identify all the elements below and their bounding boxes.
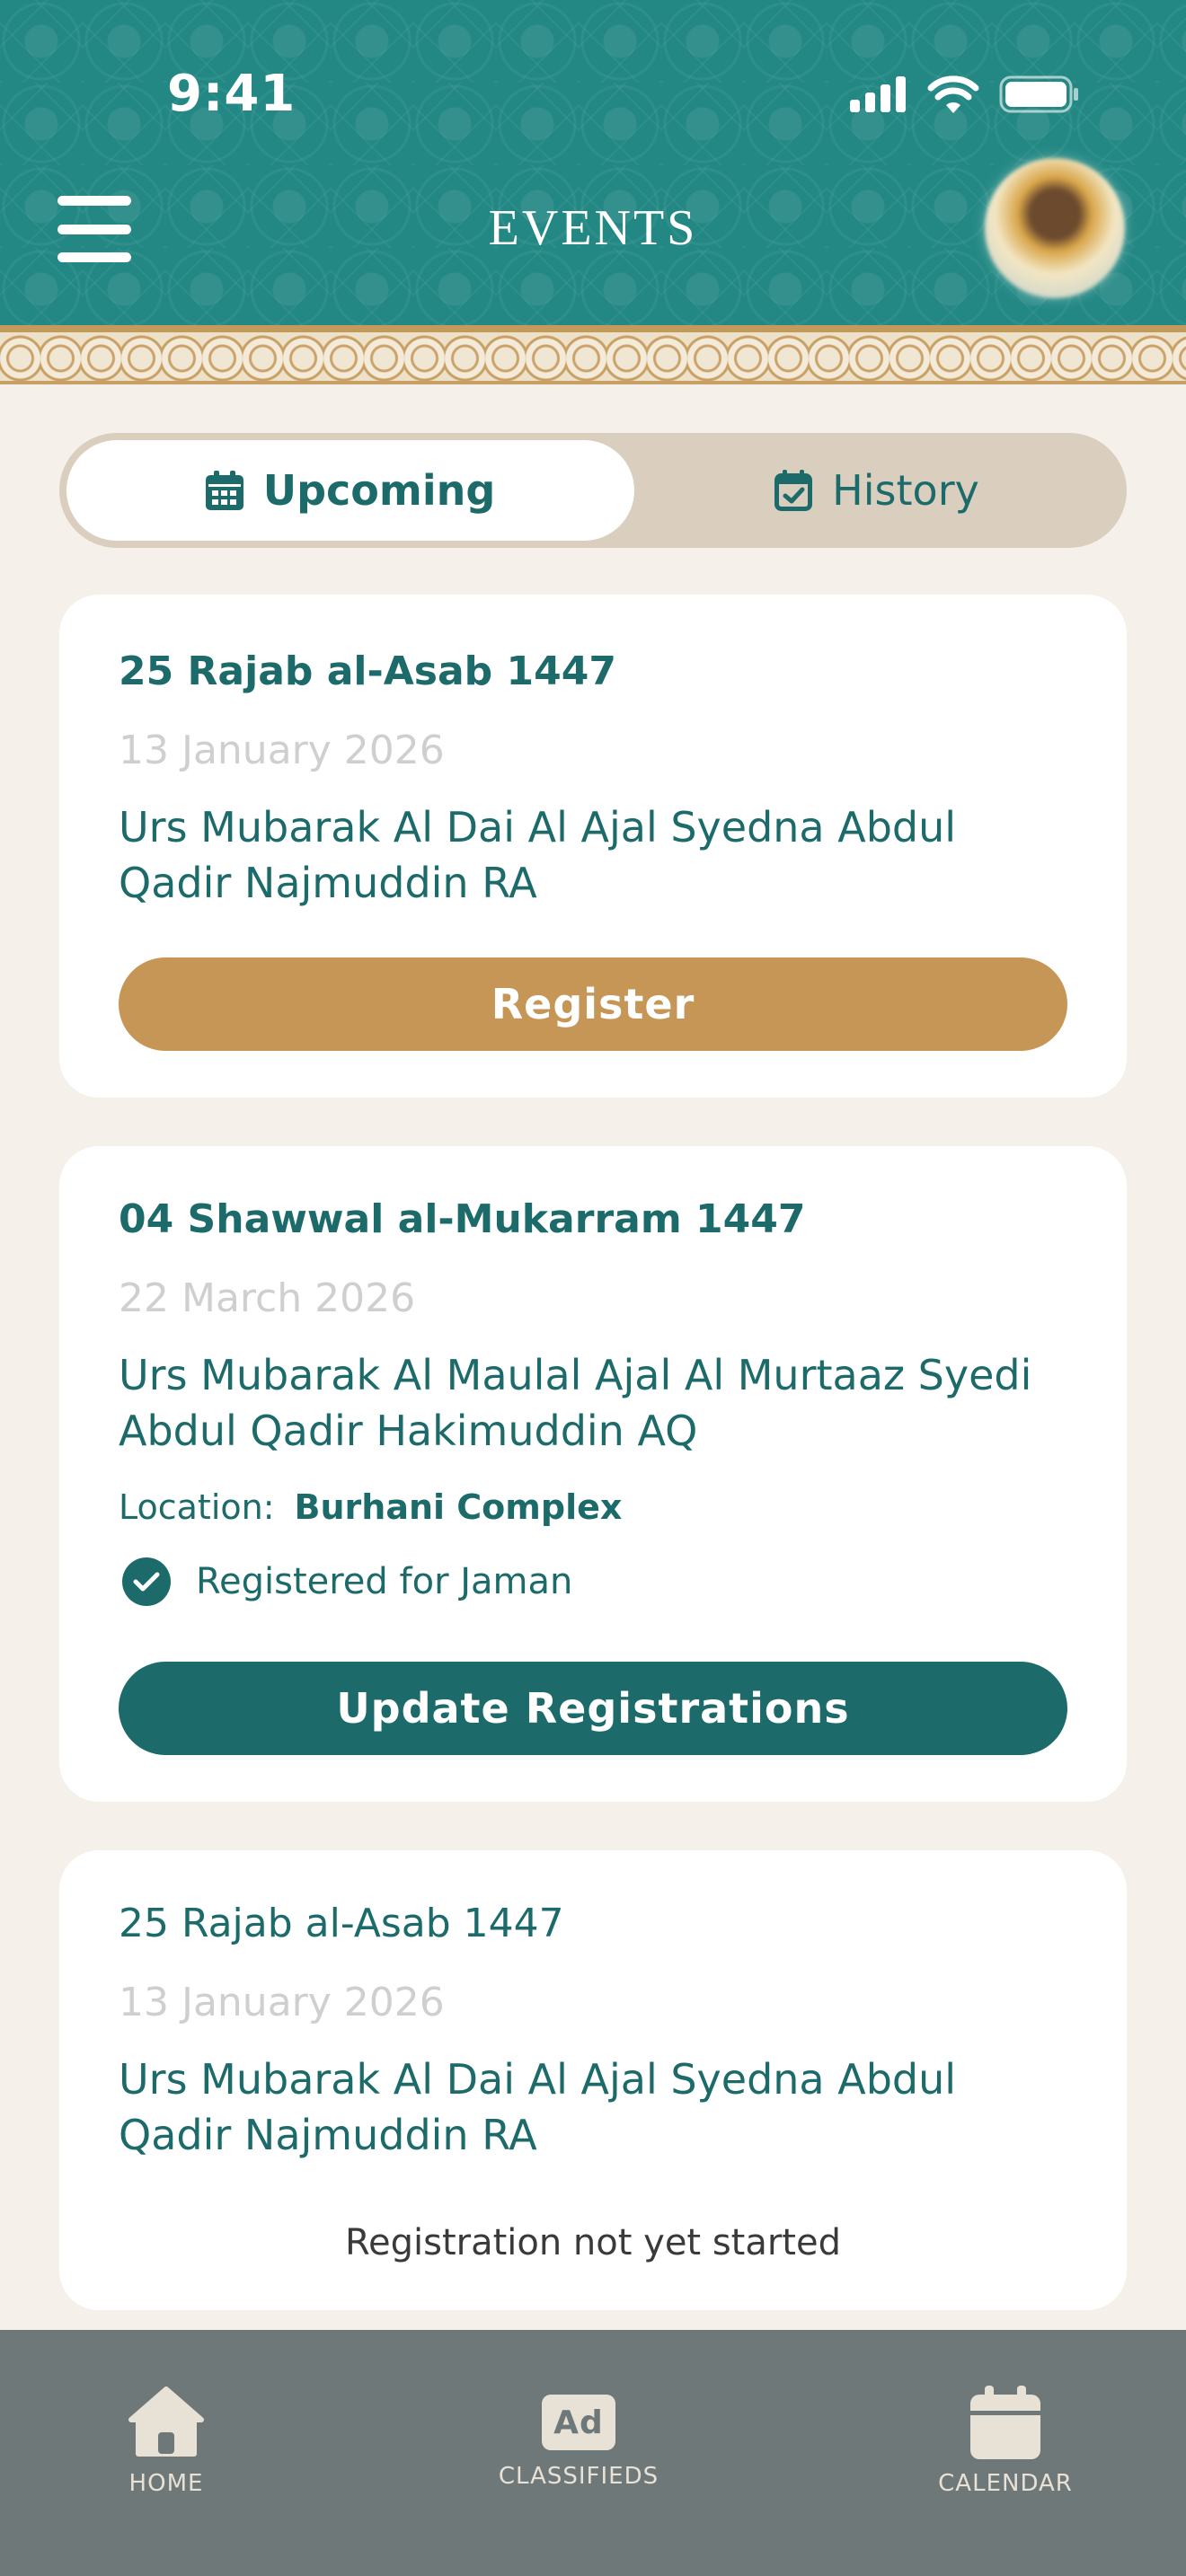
tab-upcoming-label: Upcoming: [262, 466, 496, 515]
event-card: 25 Rajab al-Asab 1447 13 January 2026 Ur…: [59, 595, 1127, 1098]
hijri-date: 25 Rajab al-Asab 1447: [119, 1901, 564, 1946]
event-title: Urs Mubarak Al Dai Al Ajal Syedna Abdul …: [119, 2055, 957, 2159]
app-header: 9:41 EVENTS: [0, 0, 1186, 325]
signal-icon: [850, 76, 906, 112]
tab-history-label: History: [832, 466, 979, 515]
tab-upcoming[interactable]: Upcoming: [66, 440, 634, 541]
decorative-border: [0, 325, 1186, 384]
registration-status: Registered for Jaman: [122, 1557, 572, 1606]
registration-status-text: Registration not yet started: [345, 2222, 841, 2263]
nav-home-label: HOME: [128, 2470, 204, 2497]
event-title: Urs Mubarak Al Maulal Ajal Al Murtaaz Sy…: [119, 1351, 1032, 1455]
nav-classifieds-label: CLASSIFIEDS: [498, 2463, 659, 2490]
location-label: Location:: [119, 1487, 275, 1527]
nav-calendar[interactable]: CALENDAR: [929, 2386, 1082, 2497]
check-circle-icon: [122, 1557, 171, 1606]
event-location: Location: Burhani Complex: [119, 1487, 622, 1527]
calendar-icon: [205, 471, 243, 510]
register-button[interactable]: Register: [119, 957, 1067, 1051]
update-registrations-button[interactable]: Update Registrations: [119, 1662, 1067, 1755]
event-card: 04 Shawwal al-Mukarram 1447 22 March 202…: [59, 1146, 1127, 1802]
home-icon: [128, 2386, 204, 2457]
location-value: Burhani Complex: [294, 1487, 623, 1527]
avatar[interactable]: [985, 158, 1125, 298]
registration-status-text: Registered for Jaman: [196, 1561, 573, 1602]
ad-icon: Ad: [542, 2395, 615, 2450]
event-card: 25 Rajab al-Asab 1447 13 January 2026 Ur…: [59, 1850, 1127, 2310]
gregorian-date: 13 January 2026: [119, 728, 445, 773]
hijri-date: 25 Rajab al-Asab 1447: [119, 648, 616, 694]
battery-icon: [999, 75, 1078, 113]
tab-history[interactable]: History: [634, 440, 1120, 541]
calendar-icon: [970, 2386, 1040, 2459]
segmented-tabs: Upcoming History: [59, 433, 1127, 548]
bottom-nav: HOME Ad CLASSIFIEDS CALENDAR: [0, 2330, 1186, 2576]
gregorian-date: 22 March 2026: [119, 1275, 416, 1321]
event-title: Urs Mubarak Al Dai Al Ajal Syedna Abdul …: [119, 803, 957, 907]
calendar-check-icon: [774, 470, 813, 511]
hijri-date: 04 Shawwal al-Mukarram 1447: [119, 1196, 806, 1242]
nav-calendar-label: CALENDAR: [938, 2470, 1073, 2497]
nav-classifieds[interactable]: Ad CLASSIFIEDS: [491, 2395, 667, 2490]
status-time: 9:41: [167, 65, 296, 123]
nav-home[interactable]: HOME: [99, 2386, 234, 2497]
wifi-icon: [927, 75, 979, 113]
gregorian-date: 13 January 2026: [119, 1980, 445, 2025]
status-icons: [850, 75, 1080, 113]
